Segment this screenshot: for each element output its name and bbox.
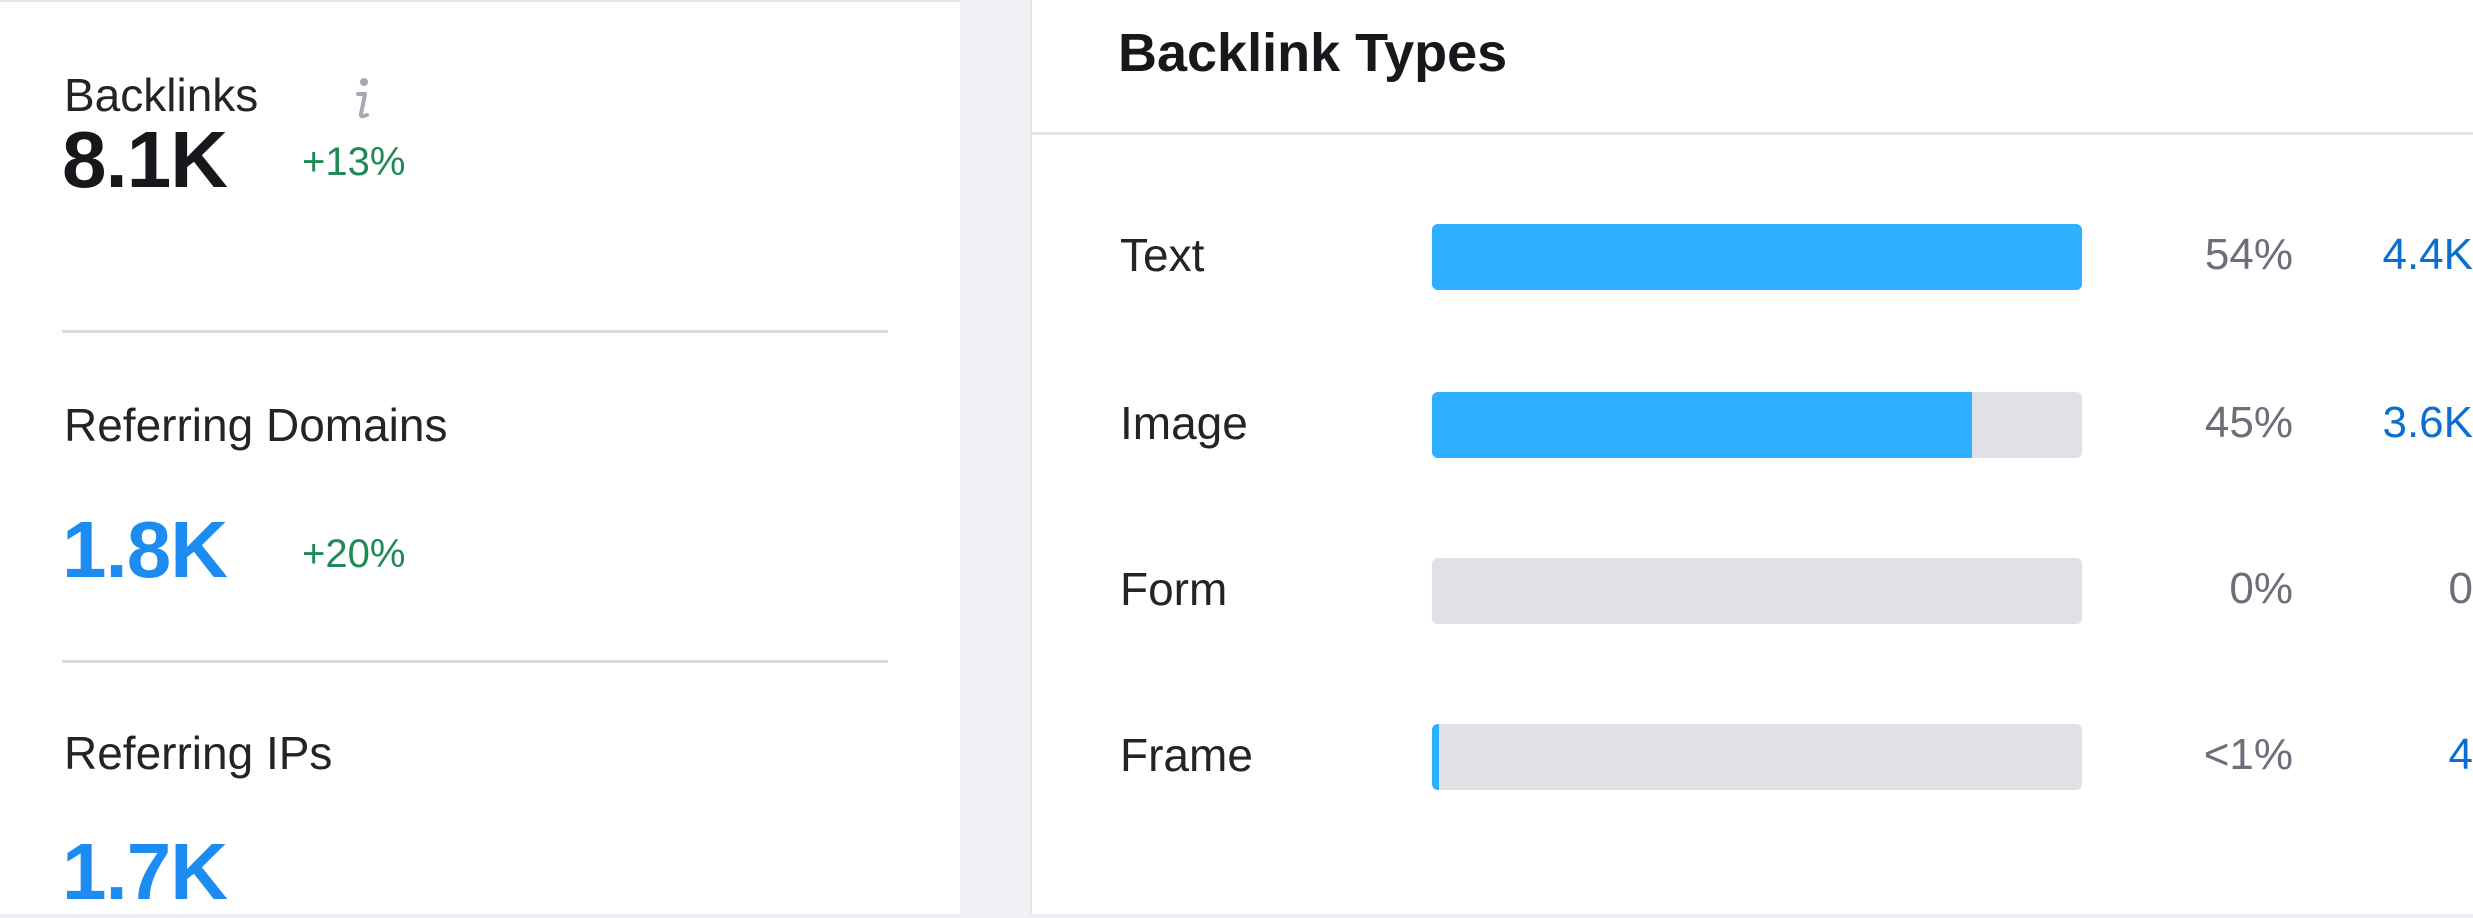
- bar-track-frame: [1432, 724, 2082, 790]
- bar-fill-frame: [1432, 724, 1439, 790]
- referring-ips-value[interactable]: 1.7K: [62, 826, 228, 918]
- divider: [62, 660, 888, 663]
- metrics-panel: Backlinks 8.1K +13% Referring Domains 1.…: [0, 0, 960, 916]
- row-percent-text: 54%: [2204, 230, 2293, 279]
- row-percent-form: 0%: [2229, 564, 2293, 613]
- referring-domains-value[interactable]: 1.8K: [62, 504, 228, 596]
- row-percent-frame: <1%: [2203, 730, 2293, 779]
- card-title: Backlink Types: [1118, 23, 1508, 83]
- backlink-types-card: Backlink Types Text 54% 4.4K Image 45% 3…: [1030, 0, 2473, 914]
- row-count-text[interactable]: 4.4K: [2333, 230, 2473, 280]
- bar-fill-image: [1432, 392, 1972, 458]
- bar-fill-text: [1432, 224, 2082, 290]
- bar-track-text: [1432, 224, 2082, 290]
- referring-domains-label: Referring Domains: [64, 399, 448, 451]
- row-count-image[interactable]: 3.6K: [2333, 398, 2473, 448]
- bar-track-image: [1432, 392, 2082, 458]
- row-label-text: Text: [1120, 229, 1205, 281]
- divider: [62, 330, 888, 333]
- backlinks-change: +13%: [302, 140, 406, 184]
- bar-track-form: [1432, 558, 2082, 624]
- row-label-form: Form: [1120, 563, 1228, 615]
- row-percent-image: 45%: [2204, 398, 2293, 447]
- referring-ips-label: Referring IPs: [64, 727, 333, 779]
- backlinks-value[interactable]: 8.1K: [62, 114, 228, 206]
- row-label-image: Image: [1120, 397, 1248, 449]
- row-count-form: 0: [2448, 564, 2473, 613]
- info-icon[interactable]: [352, 74, 372, 122]
- row-count-frame[interactable]: 4: [2333, 730, 2473, 780]
- row-label-frame: Frame: [1120, 729, 1253, 781]
- card-header-divider: [1032, 132, 2473, 135]
- referring-domains-change: +20%: [302, 532, 406, 576]
